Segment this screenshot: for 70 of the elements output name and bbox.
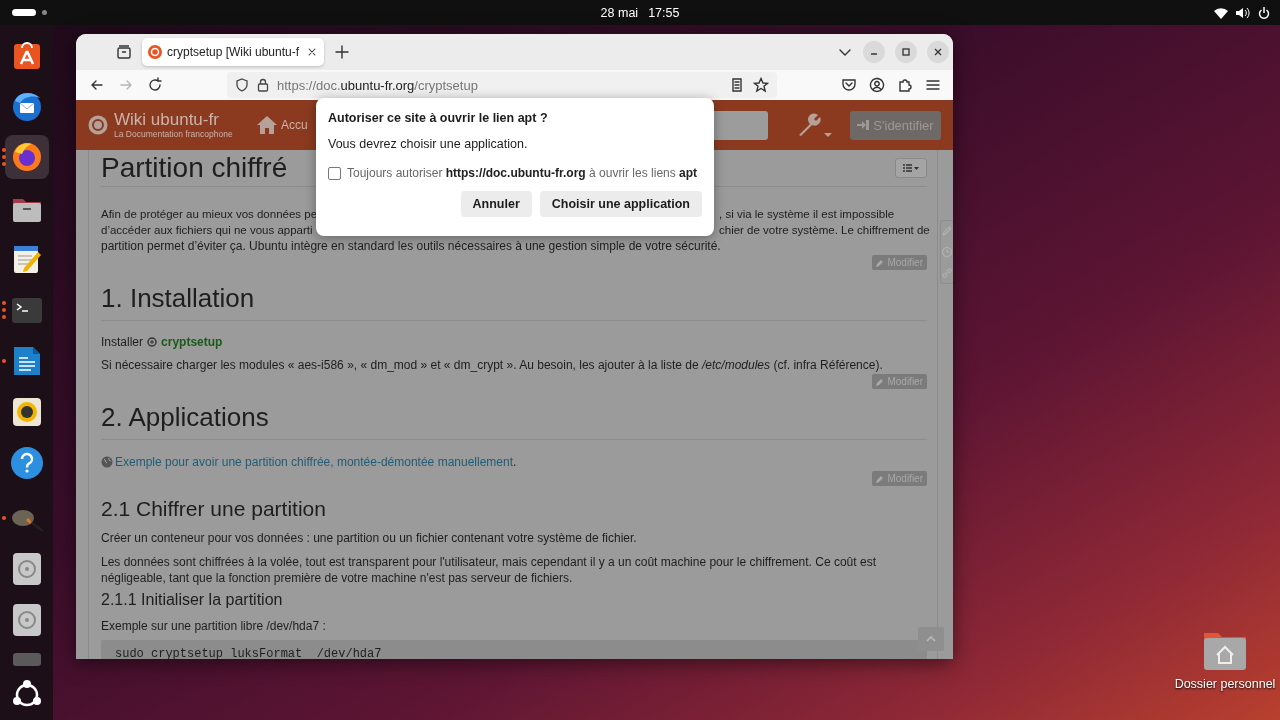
- paragraph-text: Les données sont chiffrées à la volée, tout est transparent pour l'utilisateur, mais cependant il y a un coût machine pour le chiffrement. Ce coût est négligeable, tant que la fonction première de votre machine n'est pas serveur de fichiers.: [101, 554, 877, 586]
- subsection-heading: 2.1.1 Initialiser la partition: [101, 590, 284, 610]
- close-icon: [933, 47, 943, 57]
- package-link[interactable]: cryptsetup: [161, 335, 223, 349]
- close-button[interactable]: [927, 41, 949, 63]
- subsection-heading: 2.1 Chiffrer une partition: [101, 496, 327, 522]
- checkbox-label[interactable]: Toujours autoriser https://doc.ubuntu-fr.org à ouvrir les liens apt: [347, 166, 698, 180]
- power-icon[interactable]: [1258, 6, 1270, 19]
- volume-icon[interactable]: [1236, 6, 1250, 19]
- pocket-icon[interactable]: [841, 77, 857, 93]
- address-bar[interactable]: https://doc.ubuntu-fr.org/cryptsetup: [227, 72, 777, 98]
- install-label: Installer: [101, 335, 144, 349]
- nav-link[interactable]: Accu: [281, 118, 308, 132]
- account-icon[interactable]: [869, 77, 885, 93]
- paragraph-text: Si nécessaire charger les modules « aes-i586 », « dm_mod » et « dm_crypt ». Au besoin, les ajouter à la liste de /etc/modules (cf. infra Référence).: [101, 357, 884, 373]
- choose-app-button[interactable]: Choisir une application: [539, 191, 702, 217]
- desktop-icon-label[interactable]: Dossier personnel: [1174, 677, 1276, 691]
- drive-icon: [11, 652, 42, 666]
- package-icon: [147, 337, 158, 347]
- paragraph-text: Afin de protéger au mieux vos données pe: [101, 207, 316, 222]
- paragraph-text: Exemple pour avoir une partition chiffrée, montée-démontée manuellement.: [115, 454, 517, 470]
- paragraph-text: chier de votre système. Le chiffrement de: [719, 223, 930, 238]
- pencil-icon: [876, 258, 885, 267]
- paragraph-text: Exemple sur une partition libre /dev/hda7 :: [101, 618, 327, 634]
- cancel-button[interactable]: Annuler: [460, 191, 532, 217]
- wifi-icon[interactable]: [1214, 6, 1228, 19]
- paragraph-text: partition permet d’éviter ça. Ubuntu intègre en standard les outils nécessaires à une gestion simple de votre sécurité.: [101, 238, 722, 254]
- lock-icon: [257, 78, 269, 92]
- maximize-button[interactable]: [895, 41, 917, 63]
- help-icon: [9, 446, 44, 480]
- paragraph-text: d’accéder aux fichiers qui ne vous apparti: [101, 223, 314, 238]
- page-title: Partition chiffré: [101, 152, 288, 184]
- new-tab-icon[interactable]: [334, 44, 350, 60]
- time: 17:55: [648, 5, 680, 20]
- code-block: sudo cryptsetup luksFormat /dev/hda7: [101, 640, 927, 659]
- checkbox[interactable]: [328, 166, 341, 180]
- caret-icon[interactable]: [824, 132, 832, 138]
- section-heading: 2. Applications: [101, 401, 927, 440]
- minimize-button[interactable]: [863, 41, 885, 63]
- reader-view-icon[interactable]: [729, 77, 745, 93]
- list-icon: [903, 164, 919, 172]
- section-heading: 1. Installation: [101, 282, 927, 321]
- bookmark-star-icon[interactable]: [753, 77, 769, 93]
- toc-button[interactable]: [895, 158, 927, 178]
- tab-list-icon[interactable]: [116, 44, 132, 60]
- extensions-icon[interactable]: [897, 77, 913, 93]
- url-text: https://doc.ubuntu-fr.org/cryptsetup: [277, 77, 479, 93]
- external-link[interactable]: Exemple pour avoir une partition chiffrée, montée-démontée manuellement: [115, 455, 513, 469]
- chevron-up-icon: [926, 636, 936, 642]
- speaker-icon: [10, 396, 43, 428]
- dialog-message: Vous devrez choisir une application.: [328, 137, 529, 151]
- pencil-icon: [876, 377, 885, 386]
- menu-icon[interactable]: [925, 77, 941, 93]
- globe-icon: [101, 456, 113, 468]
- activities-indicator[interactable]: [12, 9, 36, 16]
- login-icon: [857, 120, 870, 130]
- site-logo-icon[interactable]: [88, 115, 108, 135]
- paragraph-text: , si via le système il est impossible: [719, 207, 896, 222]
- paragraph-text: Créer un conteneur pour vos données : une partition ou un fichier contenant votre système de fichier.: [101, 530, 638, 546]
- favicon-icon: [148, 45, 162, 59]
- date: 28 mai: [600, 5, 639, 20]
- dialog-title: Autoriser ce site à ouvrir le lien apt ?: [328, 111, 549, 125]
- home-icon[interactable]: [256, 115, 278, 135]
- shield-icon: [235, 78, 249, 92]
- site-title[interactable]: Wiki ubuntu-fr: [114, 111, 233, 129]
- browser-tab[interactable]: cryptsetup [Wiki ubuntu-f: [142, 38, 324, 66]
- pencil-icon: [876, 474, 885, 483]
- site-subtitle: La Documentation francophone: [114, 129, 233, 139]
- maximize-icon: [901, 47, 911, 57]
- reload-icon[interactable]: [147, 77, 163, 93]
